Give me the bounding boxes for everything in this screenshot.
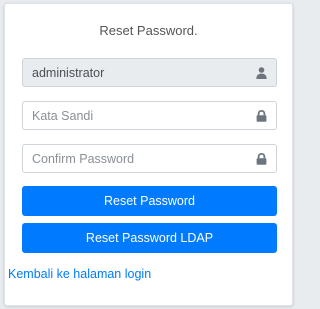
lock-icon bbox=[256, 109, 267, 122]
username-field[interactable] bbox=[22, 58, 247, 87]
lock-icon bbox=[256, 152, 267, 165]
username-input-group bbox=[22, 58, 277, 87]
password-input-group bbox=[22, 101, 277, 130]
confirm-password-field[interactable] bbox=[22, 144, 247, 173]
reset-password-button[interactable]: Reset Password bbox=[22, 186, 277, 216]
reset-password-ldap-button[interactable]: Reset Password LDAP bbox=[22, 223, 277, 253]
password-field[interactable] bbox=[22, 101, 247, 130]
confirm-password-input-group bbox=[22, 144, 277, 173]
reset-password-card: Reset Password. Reset Password R bbox=[4, 3, 293, 306]
form-title: Reset Password. bbox=[99, 23, 198, 38]
username-addon bbox=[247, 58, 277, 87]
confirm-password-addon bbox=[247, 144, 277, 173]
password-addon bbox=[247, 101, 277, 130]
back-to-login-link[interactable]: Kembali ke halaman login bbox=[8, 267, 151, 281]
user-icon bbox=[256, 66, 267, 79]
